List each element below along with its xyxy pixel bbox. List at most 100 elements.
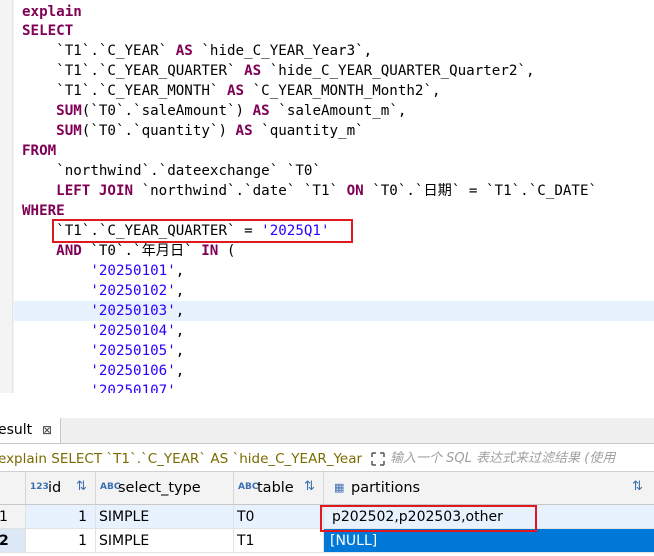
sql-text: `T0`.`日期` = `T1`.`C_DATE` [363, 183, 598, 199]
sql-text: `northwind`.`date` `T1` [133, 183, 347, 199]
sql-keyword: SUM [56, 123, 82, 139]
grid-type-icon: ▦ [334, 481, 345, 494]
column-header-id[interactable]: 123 id ⇅ [26, 472, 96, 505]
code-line[interactable]: FROM [22, 141, 56, 161]
code-line[interactable]: `northwind`.`dateexchange` `T0` [22, 161, 321, 181]
sql-keyword: SELECT [22, 23, 74, 39]
cell-id[interactable]: 1 [26, 505, 96, 529]
sql-text: `T1`.`C_YEAR` [22, 43, 176, 59]
sql-string: '20250107' [90, 383, 176, 393]
tab-result[interactable]: esult ⊠ [0, 418, 61, 443]
code-line[interactable]: '20250105', [22, 341, 184, 361]
column-header-partitions[interactable]: ▦ partitions ⇅ [324, 472, 654, 505]
sql-text: `T0`.`年月日` [81, 243, 202, 259]
number-type-icon: 123 [30, 482, 49, 492]
filter-input[interactable]: 输入一个 SQL 表达式来过滤结果 (使用 [390, 447, 654, 471]
sql-keyword: ON [346, 183, 364, 199]
sort-icon[interactable]: ⇅ [76, 479, 87, 494]
sql-string: '20250103' [90, 303, 176, 319]
sql-keyword: AS [175, 43, 193, 59]
sort-icon[interactable]: ⇅ [632, 479, 643, 494]
sql-text: `C_YEAR_MONTH_Month2`, [244, 83, 441, 99]
cell-id[interactable]: 1 [26, 529, 96, 553]
code-line[interactable]: explain [22, 2, 82, 22]
sql-text: , [175, 303, 185, 319]
sql-string: '20250101' [90, 263, 176, 279]
cell-table[interactable]: T0 [234, 505, 324, 529]
sql-keyword: AND [56, 243, 82, 259]
filter-bar: explain SELECT `T1`.`C_YEAR` AS `hide_C_… [0, 447, 654, 472]
code-line[interactable]: `T1`.`C_YEAR` AS `hide_C_YEAR_Year3`, [22, 41, 372, 61]
code-line[interactable]: '20250104', [22, 321, 184, 341]
sql-editor[interactable]: explain SELECT `T1`.`C_YEAR` AS `hide_C_Y… [0, 0, 654, 393]
sql-text: (`T0`.`saleAmount`) [81, 103, 253, 119]
code-line[interactable]: WHERE [22, 201, 65, 221]
code-line[interactable]: '20250102', [22, 281, 184, 301]
annotation-box-where-condition [52, 219, 353, 243]
sql-keyword: AS [244, 63, 262, 79]
sql-keyword: AS [227, 83, 245, 99]
cell-select-type[interactable]: SIMPLE [96, 505, 234, 529]
sql-text: , [175, 343, 185, 359]
sql-string: '20250106' [90, 363, 176, 379]
close-icon[interactable]: ⊠ [42, 418, 52, 443]
sql-text: `northwind`.`dateexchange` `T0` [22, 163, 321, 179]
code-line[interactable]: '20250103', [22, 301, 184, 321]
column-header-table[interactable]: ABC table ⇅ [234, 472, 324, 505]
gutter-divider [12, 0, 13, 393]
sql-text: `saleAmount_m`, [269, 103, 407, 119]
text-type-icon: ABC [238, 482, 259, 492]
sql-text: , [175, 283, 185, 299]
code-line[interactable]: `T1`.`C_YEAR_MONTH` AS `C_YEAR_MONTH_Mon… [22, 81, 441, 101]
sql-text: `T1`.`C_YEAR_MONTH` [22, 83, 227, 99]
code-line[interactable]: '20250107' [22, 381, 176, 393]
code-line[interactable]: LEFT JOIN `northwind`.`date` `T1` ON `T0… [22, 181, 597, 201]
sort-icon[interactable]: ⇅ [304, 479, 315, 494]
code-line[interactable]: SUM(`T0`.`quantity`) AS `quantity_m` [22, 121, 364, 141]
sql-keyword: WHERE [22, 203, 65, 219]
cell-partitions-selected[interactable]: [NULL] [324, 529, 654, 553]
code-line[interactable]: '20250106', [22, 361, 184, 381]
result-tabbar: esult ⊠ [0, 418, 654, 444]
sql-text: , [175, 363, 185, 379]
sql-keyword: explain [22, 4, 82, 20]
sql-text: , [175, 323, 185, 339]
cell-select-type[interactable]: SIMPLE [96, 529, 234, 553]
sql-keyword: IN [201, 243, 219, 259]
sql-keyword: AS [252, 103, 270, 119]
column-label: table [257, 480, 294, 496]
row-number[interactable]: 1 [0, 505, 26, 529]
code-line[interactable]: '20250101', [22, 261, 184, 281]
filter-icon[interactable] [370, 451, 386, 467]
sql-string: '20250105' [90, 343, 176, 359]
annotation-box-partitions [320, 505, 537, 532]
row-number-header [0, 472, 26, 505]
column-header-select-type[interactable]: ABC select_type [96, 472, 234, 505]
code-line[interactable]: AND `T0`.`年月日` IN ( [22, 241, 235, 261]
sql-string: '20250104' [90, 323, 176, 339]
code-line[interactable]: SUM(`T0`.`saleAmount`) AS `saleAmount_m`… [22, 101, 406, 121]
sql-text: , [175, 263, 185, 279]
code-line[interactable]: `T1`.`C_YEAR_QUARTER` AS `hide_C_YEAR_QU… [22, 61, 534, 81]
row-number-label: 2 [0, 533, 9, 549]
cell-table[interactable]: T1 [234, 529, 324, 553]
panel-divider[interactable] [0, 393, 654, 411]
column-label: partitions [351, 480, 421, 496]
code-line[interactable]: SELECT [22, 21, 73, 41]
sql-keyword: SUM [56, 103, 82, 119]
row-number[interactable]: 2 [0, 529, 26, 553]
sql-text: `T1`.`C_YEAR_QUARTER` [22, 63, 245, 79]
tab-result-label: esult [0, 422, 33, 438]
sql-text: (`T0`.`quantity`) [81, 123, 236, 139]
row-number-label: 1 [0, 509, 8, 525]
